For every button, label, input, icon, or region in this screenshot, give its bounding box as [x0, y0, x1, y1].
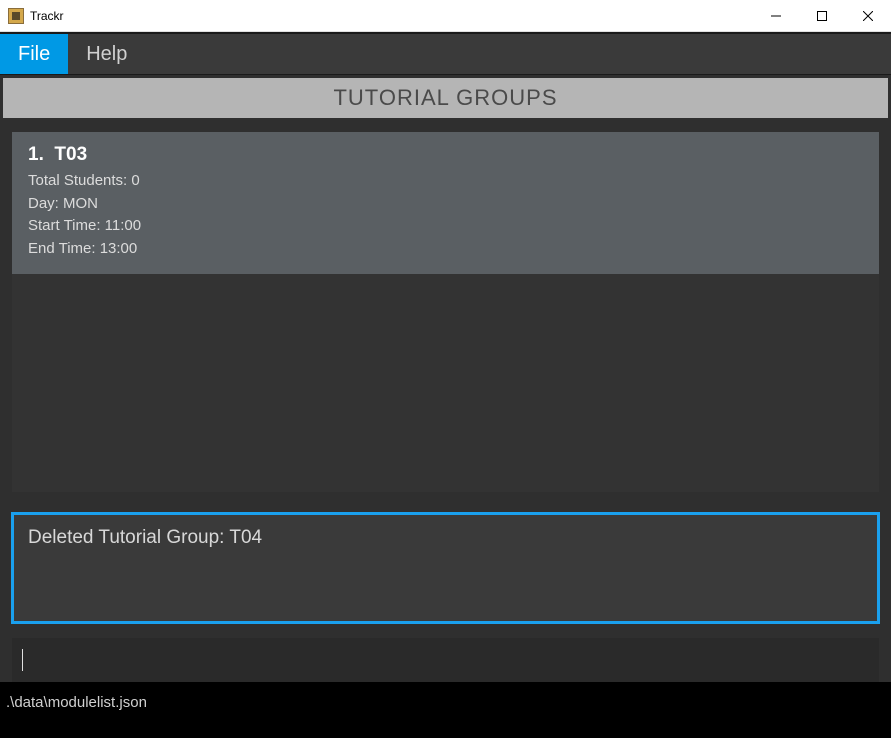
groups-list: 1. T03 Total Students: 0 Day: MON Start …: [12, 132, 879, 492]
window-controls: [753, 0, 891, 31]
command-input[interactable]: [23, 651, 869, 669]
maximize-button[interactable]: [799, 0, 845, 31]
status-bar: .\data\modulelist.json: [0, 692, 891, 717]
group-index: 1.: [28, 144, 44, 165]
window-title: Trackr: [30, 9, 64, 23]
app-icon-inner: [12, 12, 20, 20]
menu-file[interactable]: File: [0, 34, 68, 74]
group-day: Day: MON: [28, 193, 863, 216]
group-title: 1. T03: [28, 144, 863, 166]
section-header: TUTORIAL GROUPS: [3, 78, 888, 118]
minimize-button[interactable]: [753, 0, 799, 31]
group-end-time: End Time: 13:00: [28, 238, 863, 261]
group-total-students: Total Students: 0: [28, 170, 863, 193]
message-text: Deleted Tutorial Group: T04: [28, 527, 863, 549]
group-card[interactable]: 1. T03 Total Students: 0 Day: MON Start …: [12, 132, 879, 274]
group-start-time: Start Time: 11:00: [28, 215, 863, 238]
menu-bar: File Help: [0, 33, 891, 75]
title-bar: Trackr: [0, 0, 891, 32]
message-panel: Deleted Tutorial Group: T04: [11, 512, 880, 624]
app-icon: [8, 8, 24, 24]
app-body: File Help TUTORIAL GROUPS 1. T03 Total S…: [0, 32, 891, 738]
close-button[interactable]: [845, 0, 891, 31]
group-name: T03: [54, 144, 87, 165]
command-input-container[interactable]: [12, 638, 879, 682]
menu-help[interactable]: Help: [68, 34, 145, 74]
